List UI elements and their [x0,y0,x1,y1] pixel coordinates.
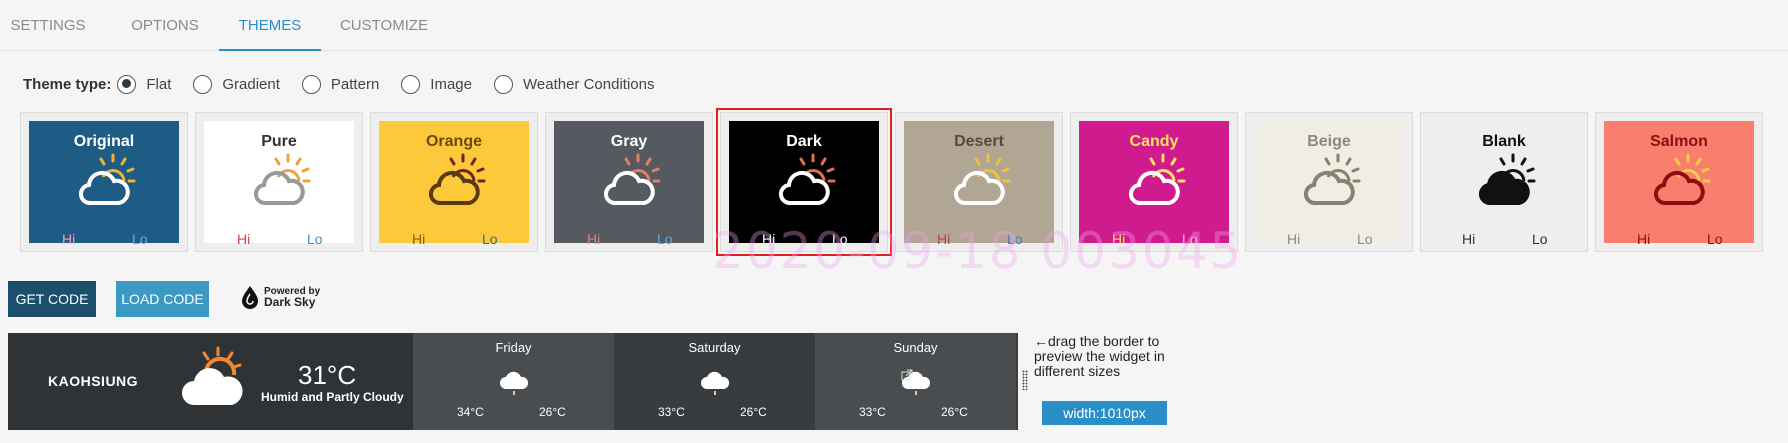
forecast-low: 26°C [941,405,968,419]
theme-card-salmon[interactable]: Salmon Hi Lo [1595,112,1763,252]
powered-by-dark-sky[interactable]: Powered by Dark Sky [240,285,320,309]
theme-card-blank[interactable]: Blank Hi Lo [1420,112,1588,252]
theme-lo-label: Lo [657,231,673,247]
cloud-rain-icon [701,371,730,395]
theme-type-image[interactable]: Image [401,74,472,94]
theme-card-pure[interactable]: Pure Hi Lo [195,112,363,252]
partly-cloudy-icon [604,153,661,206]
theme-name: Gray [610,133,648,150]
radio-icon [401,74,421,94]
theme-preview: Salmon Hi Lo [1604,121,1754,247]
theme-card-gray[interactable]: Gray Hi Lo [545,112,713,252]
theme-type-gradient[interactable]: Gradient [193,74,280,94]
dark-sky-logo-icon [242,286,258,309]
theme-name: Dark [786,133,822,150]
theme-lo-label: Lo [132,231,148,247]
resize-hint: ←drag the border to preview the widget i… [1034,334,1174,379]
widget-today: KAOHSIUNG 31°C Humid and Partly Cloudy [8,333,413,430]
theme-preview: Pure Hi Lo [204,121,354,247]
partly-cloudy-icon [254,153,311,206]
partly-cloudy-icon [779,153,836,206]
radio-icon [117,74,137,94]
widget-city: KAOHSIUNG [48,373,139,389]
partly-cloudy-icon [1304,153,1361,206]
partly-cloudy-icon [182,346,243,405]
theme-type-row: Theme type: Flat Gradient Pattern Image … [23,72,676,96]
theme-lo-label: Lo [307,231,323,247]
load-code-button[interactable]: LOAD CODE [116,281,209,317]
forecast-day-name: Saturday [688,340,741,355]
theme-type-flat[interactable]: Flat [117,74,171,94]
forecast-day: Sunday 33°C 26°C [815,333,1016,430]
forecast-day-name: Sunday [893,340,938,355]
theme-hi-label: Hi [237,231,251,247]
theme-lo-label: Lo [482,231,498,247]
theme-card-original[interactable]: Original Hi Lo [20,112,188,252]
forecast-high: 34°C [457,405,484,419]
theme-preview: Blank Hi Lo [1429,121,1579,247]
theme-type-label: Theme type: [23,75,112,93]
dark-sky-label: Dark Sky [264,295,316,309]
theme-name: Blank [1482,133,1526,150]
theme-name: Candy [1129,133,1179,150]
theme-hi-label: Hi [412,231,426,247]
theme-name: Beige [1307,133,1351,150]
partly-cloudy-icon [1129,153,1186,206]
theme-name: Desert [954,133,1004,150]
partly-cloudy-icon [429,153,486,206]
widget-condition: Humid and Partly Cloudy [261,390,404,404]
theme-lo-label: Lo [1357,231,1373,247]
timestamp-watermark: 2020-09-18 003045 [712,222,1244,280]
left-arrow-icon: ← [1034,333,1048,349]
tab-customize[interactable]: CUSTOMIZE [333,0,435,51]
theme-hi-label: Hi [62,231,76,247]
cloud-rain-icon [500,371,529,395]
forecast-high: 33°C [859,405,886,419]
external-link-icon[interactable] [901,369,913,381]
partly-cloudy-icon [954,153,1011,206]
radio-icon [494,74,513,94]
theme-hi-label: Hi [1287,231,1301,247]
theme-name: Salmon [1650,133,1708,150]
tab-themes[interactable]: THEMES [219,0,321,51]
radio-icon [193,74,213,94]
theme-name: Original [73,133,135,150]
tab-bar: SETTINGS OPTIONS THEMES CUSTOMIZE [0,0,1788,51]
partly-cloudy-icon [1479,153,1536,206]
theme-name: Pure [261,133,297,150]
partly-cloudy-icon [79,153,136,206]
theme-lo-label: Lo [1532,231,1548,247]
forecast-day: Saturday 33°C 26°C [614,333,815,430]
widget-current-temp: 31°C [298,360,357,390]
tab-settings[interactable]: SETTINGS [0,0,96,51]
theme-preview: Original Hi Lo [29,121,179,247]
forecast-high: 33°C [658,405,685,419]
theme-preview: Beige Hi Lo [1254,121,1404,247]
theme-name: Orange [425,133,482,150]
weather-widget-preview: KAOHSIUNG 31°C Humid and Partly Cloudy F… [8,333,1018,430]
forecast-day-name: Friday [495,340,532,355]
resize-handle[interactable] [1022,370,1028,390]
tab-options[interactable]: OPTIONS [115,0,215,51]
theme-card-orange[interactable]: Orange Hi Lo [370,112,538,252]
theme-preview: Orange Hi Lo [379,121,529,247]
theme-card-beige[interactable]: Beige Hi Lo [1245,112,1413,252]
theme-hi-label: Hi [1637,231,1651,247]
theme-hi-label: Hi [587,231,601,247]
resize-hint-text: drag the border to preview the widget in… [1034,333,1165,379]
width-badge: width:1010px [1042,401,1167,425]
forecast-day: Friday 34°C 26°C [413,333,614,430]
get-code-button[interactable]: GET CODE [8,281,96,317]
theme-type-weather[interactable]: Weather Conditions [494,74,654,94]
theme-type-pattern[interactable]: Pattern [301,74,379,94]
theme-lo-label: Lo [1707,231,1723,247]
theme-hi-label: Hi [1462,231,1476,247]
partly-cloudy-icon [1654,153,1711,206]
radio-icon [301,74,321,94]
theme-preview: Gray Hi Lo [554,121,704,247]
forecast-low: 26°C [539,405,566,419]
forecast-low: 26°C [740,405,767,419]
